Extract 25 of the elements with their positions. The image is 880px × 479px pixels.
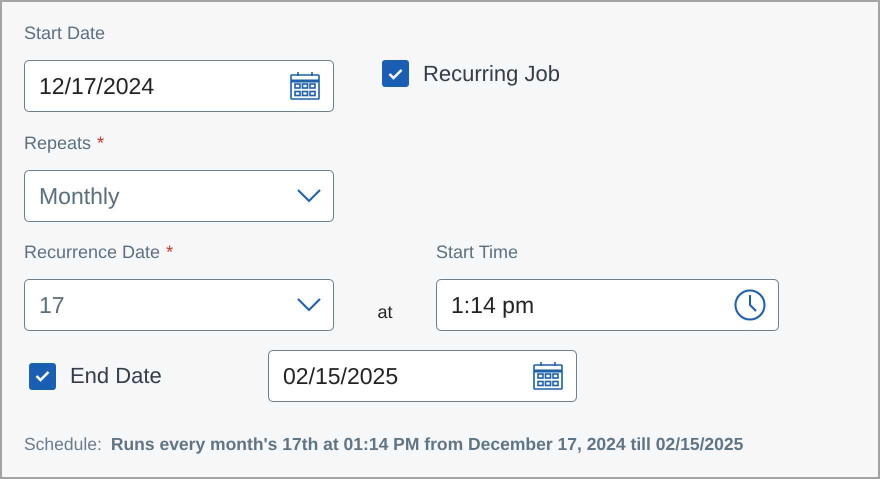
- dropdown[interactable]: Monthly: [24, 170, 334, 222]
- clock-icon[interactable]: [734, 289, 766, 321]
- checkbox-label: Recurring Job: [423, 60, 560, 86]
- field-label: Start Date: [24, 23, 106, 43]
- dropdown[interactable]: 17: [24, 279, 334, 331]
- check-icon: [388, 68, 403, 80]
- chevron-down-icon: [297, 298, 321, 312]
- required-mark: *: [166, 242, 174, 262]
- checkbox-label: End Date: [70, 363, 162, 389]
- time-field[interactable]: 1:14 pm: [436, 279, 779, 331]
- field-label: Start Time: [436, 242, 518, 262]
- check-icon: [35, 370, 50, 382]
- at-text: at: [377, 302, 392, 324]
- checkbox[interactable]: [382, 60, 409, 87]
- date-field[interactable]: 02/15/2025: [268, 350, 577, 402]
- field-label: Repeats: [24, 133, 92, 153]
- checkbox[interactable]: [29, 362, 56, 390]
- chevron-down-icon: [297, 189, 321, 203]
- field-label: Recurrence Date: [24, 242, 160, 262]
- required-mark: *: [97, 133, 104, 153]
- calendar-icon[interactable]: [289, 71, 321, 101]
- schedule-summary: Runs every month's 17th at 01:14 PM from December 17, 2024 till 02/15/2025: [110, 433, 744, 456]
- schedule-label: Schedule:: [24, 433, 102, 456]
- date-field[interactable]: 12/17/2024: [24, 60, 334, 112]
- calendar-icon[interactable]: [532, 361, 564, 391]
